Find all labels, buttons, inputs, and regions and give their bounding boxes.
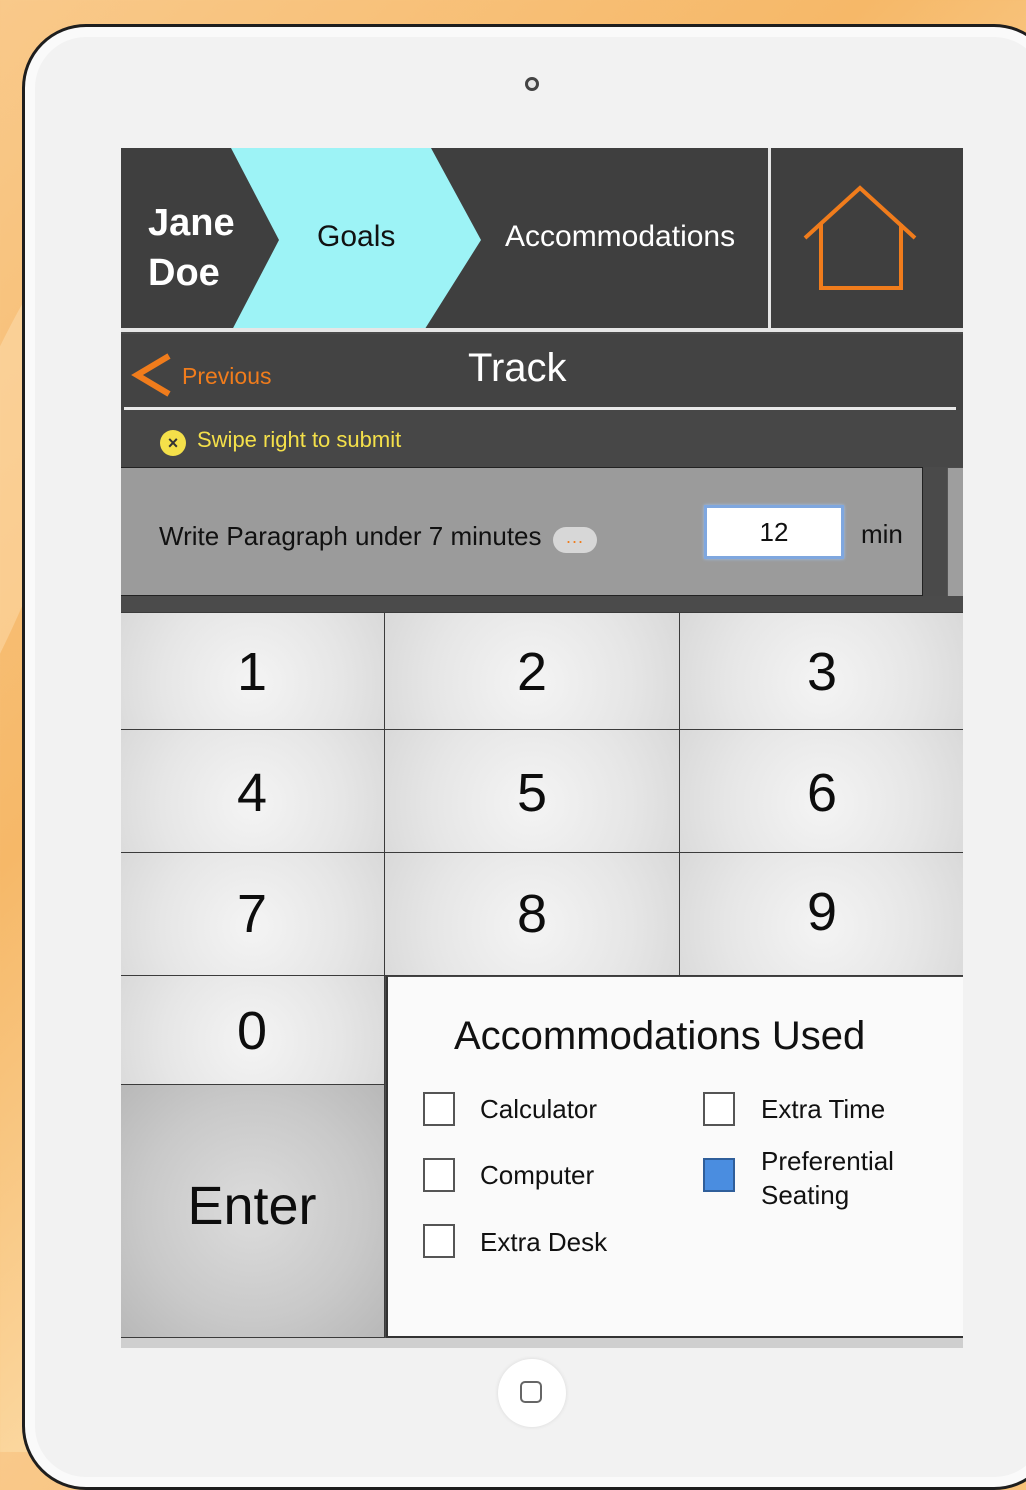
home-icon[interactable] [801, 184, 919, 294]
preferential-seating-checkbox[interactable] [703, 1158, 735, 1192]
preferential-seating-label: Preferential Seating [761, 1146, 894, 1210]
tab-goals[interactable]: Goals [317, 220, 395, 254]
header-divider-bottom [121, 328, 963, 332]
student-first-name: Jane [148, 202, 235, 244]
goal-label: Write Paragraph under 7 minutes [159, 521, 542, 551]
keypad-key-1[interactable]: 1 [121, 612, 385, 730]
keypad-key-9[interactable]: 9 [679, 852, 963, 976]
key-label: 3 [806, 642, 838, 702]
camera-icon [525, 77, 539, 91]
keypad-key-0[interactable]: 0 [121, 975, 385, 1085]
minutes-input[interactable]: 12 [704, 505, 844, 559]
page-title: Track [468, 346, 567, 390]
keypad-key-4[interactable]: 4 [121, 729, 385, 853]
keypad-key-2[interactable]: 2 [384, 612, 680, 730]
student-name: Jane Doe [148, 198, 235, 298]
keypad-key-7[interactable]: 7 [121, 852, 385, 976]
key-label: 0 [236, 1001, 268, 1061]
device-home-button[interactable] [498, 1359, 566, 1427]
key-label: 4 [236, 763, 268, 823]
goal-row-shadow [121, 596, 963, 612]
calculator-checkbox[interactable] [423, 1092, 455, 1126]
app-screen: Jane Doe Goals Accommodations Previous T… [121, 148, 963, 1348]
computer-label: Computer [480, 1160, 595, 1190]
swipe-hint: Swipe right to submit [197, 427, 402, 452]
enter-label: Enter [187, 1176, 317, 1236]
screen-bottom-band [121, 1338, 963, 1348]
chevron-left-icon[interactable] [131, 352, 175, 398]
keypad-key-3[interactable]: 3 [679, 612, 963, 730]
key-label: 1 [236, 642, 268, 702]
keypad-key-8[interactable]: 8 [384, 852, 680, 976]
key-label: 2 [516, 642, 548, 702]
key-label: 7 [236, 884, 268, 944]
key-label: 5 [516, 763, 548, 823]
key-label: 6 [806, 763, 838, 823]
more-options-button[interactable]: ... [553, 527, 597, 553]
student-last-name: Doe [148, 252, 220, 294]
enter-button[interactable]: Enter [121, 1084, 385, 1338]
header-divider [768, 148, 771, 332]
calculator-label: Calculator [480, 1094, 598, 1124]
extra-desk-checkbox[interactable] [423, 1224, 455, 1258]
keypad-key-6[interactable]: 6 [679, 729, 963, 853]
close-circle-icon[interactable]: × [160, 430, 186, 456]
extra-desk-label: Extra Desk [480, 1227, 608, 1257]
accommodations-used-title: Accommodations Used [454, 1014, 866, 1058]
square-icon [520, 1381, 542, 1403]
computer-checkbox[interactable] [423, 1158, 455, 1192]
extra-time-checkbox[interactable] [703, 1092, 735, 1126]
minutes-unit-label: min [861, 519, 903, 549]
extra-time-label: Extra Time [761, 1094, 886, 1124]
tab-accommodations[interactable]: Accommodations [505, 220, 735, 254]
key-label: 9 [806, 882, 838, 942]
previous-button[interactable]: Previous [182, 363, 271, 390]
next-goal-peek[interactable] [947, 468, 963, 596]
key-label: 8 [516, 884, 548, 944]
keypad-key-5[interactable]: 5 [384, 729, 680, 853]
